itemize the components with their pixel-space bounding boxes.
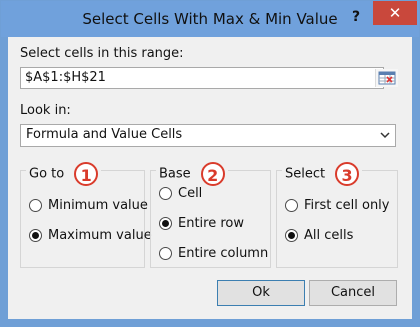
select-group: Select 3 First cell only All cells (276, 162, 398, 268)
dialog-window: Select Cells With Max & Min Value ? ✕ Se… (0, 0, 420, 327)
radio-label: Maximum value (48, 228, 152, 243)
chevron-down-icon (380, 132, 390, 139)
goto-group-title: Go to 1 (26, 162, 102, 186)
radio-button[interactable] (159, 217, 172, 230)
radio-button[interactable] (29, 229, 42, 242)
look-in-select[interactable]: Formula and Value Cells (20, 124, 396, 147)
base-step-badge: 2 (200, 162, 225, 186)
close-icon: ✕ (388, 4, 402, 22)
help-button[interactable]: ? (344, 6, 368, 28)
goto-title-text: Go to (29, 166, 65, 182)
radio-button[interactable] (285, 229, 298, 242)
goto-group: Go to 1 Minimum value Maximum value (20, 162, 152, 268)
select-group-title: Select 3 (282, 162, 363, 186)
goto-step-badge: 1 (74, 162, 99, 186)
base-group-title: Base 2 (156, 162, 228, 186)
look-in-label: Look in: (20, 103, 71, 118)
range-picker-button[interactable] (375, 69, 398, 87)
radio-button[interactable] (285, 199, 298, 212)
dialog-body: Select cells in this range: $A$1:$H$21 L… (8, 37, 412, 319)
range-label: Select cells in this range: (20, 46, 184, 61)
cancel-button[interactable]: Cancel (309, 280, 397, 306)
title-bar[interactable]: Select Cells With Max & Min Value ? ✕ (1, 1, 419, 37)
radio-label: All cells (304, 228, 354, 243)
radio-label: Entire column (178, 246, 269, 261)
close-button[interactable]: ✕ (373, 1, 417, 25)
radio-label: Minimum value (48, 198, 148, 213)
radio-button[interactable] (159, 187, 172, 200)
select-title-text: Select (285, 166, 326, 182)
radio-label: First cell only (304, 198, 390, 213)
ok-button[interactable]: Ok (217, 280, 305, 306)
radio-button[interactable] (29, 199, 42, 212)
base-title-text: Base (159, 166, 191, 182)
radio-button[interactable] (159, 247, 172, 260)
range-input[interactable]: $A$1:$H$21 (20, 67, 384, 89)
radio-label: Cell (178, 186, 203, 201)
range-picker-icon (378, 71, 396, 85)
base-group: Base 2 Cell Entire row Entire column (150, 162, 271, 268)
radio-label: Entire row (178, 216, 244, 231)
look-in-selected-value: Formula and Value Cells (26, 127, 183, 142)
select-step-badge: 3 (335, 162, 360, 186)
